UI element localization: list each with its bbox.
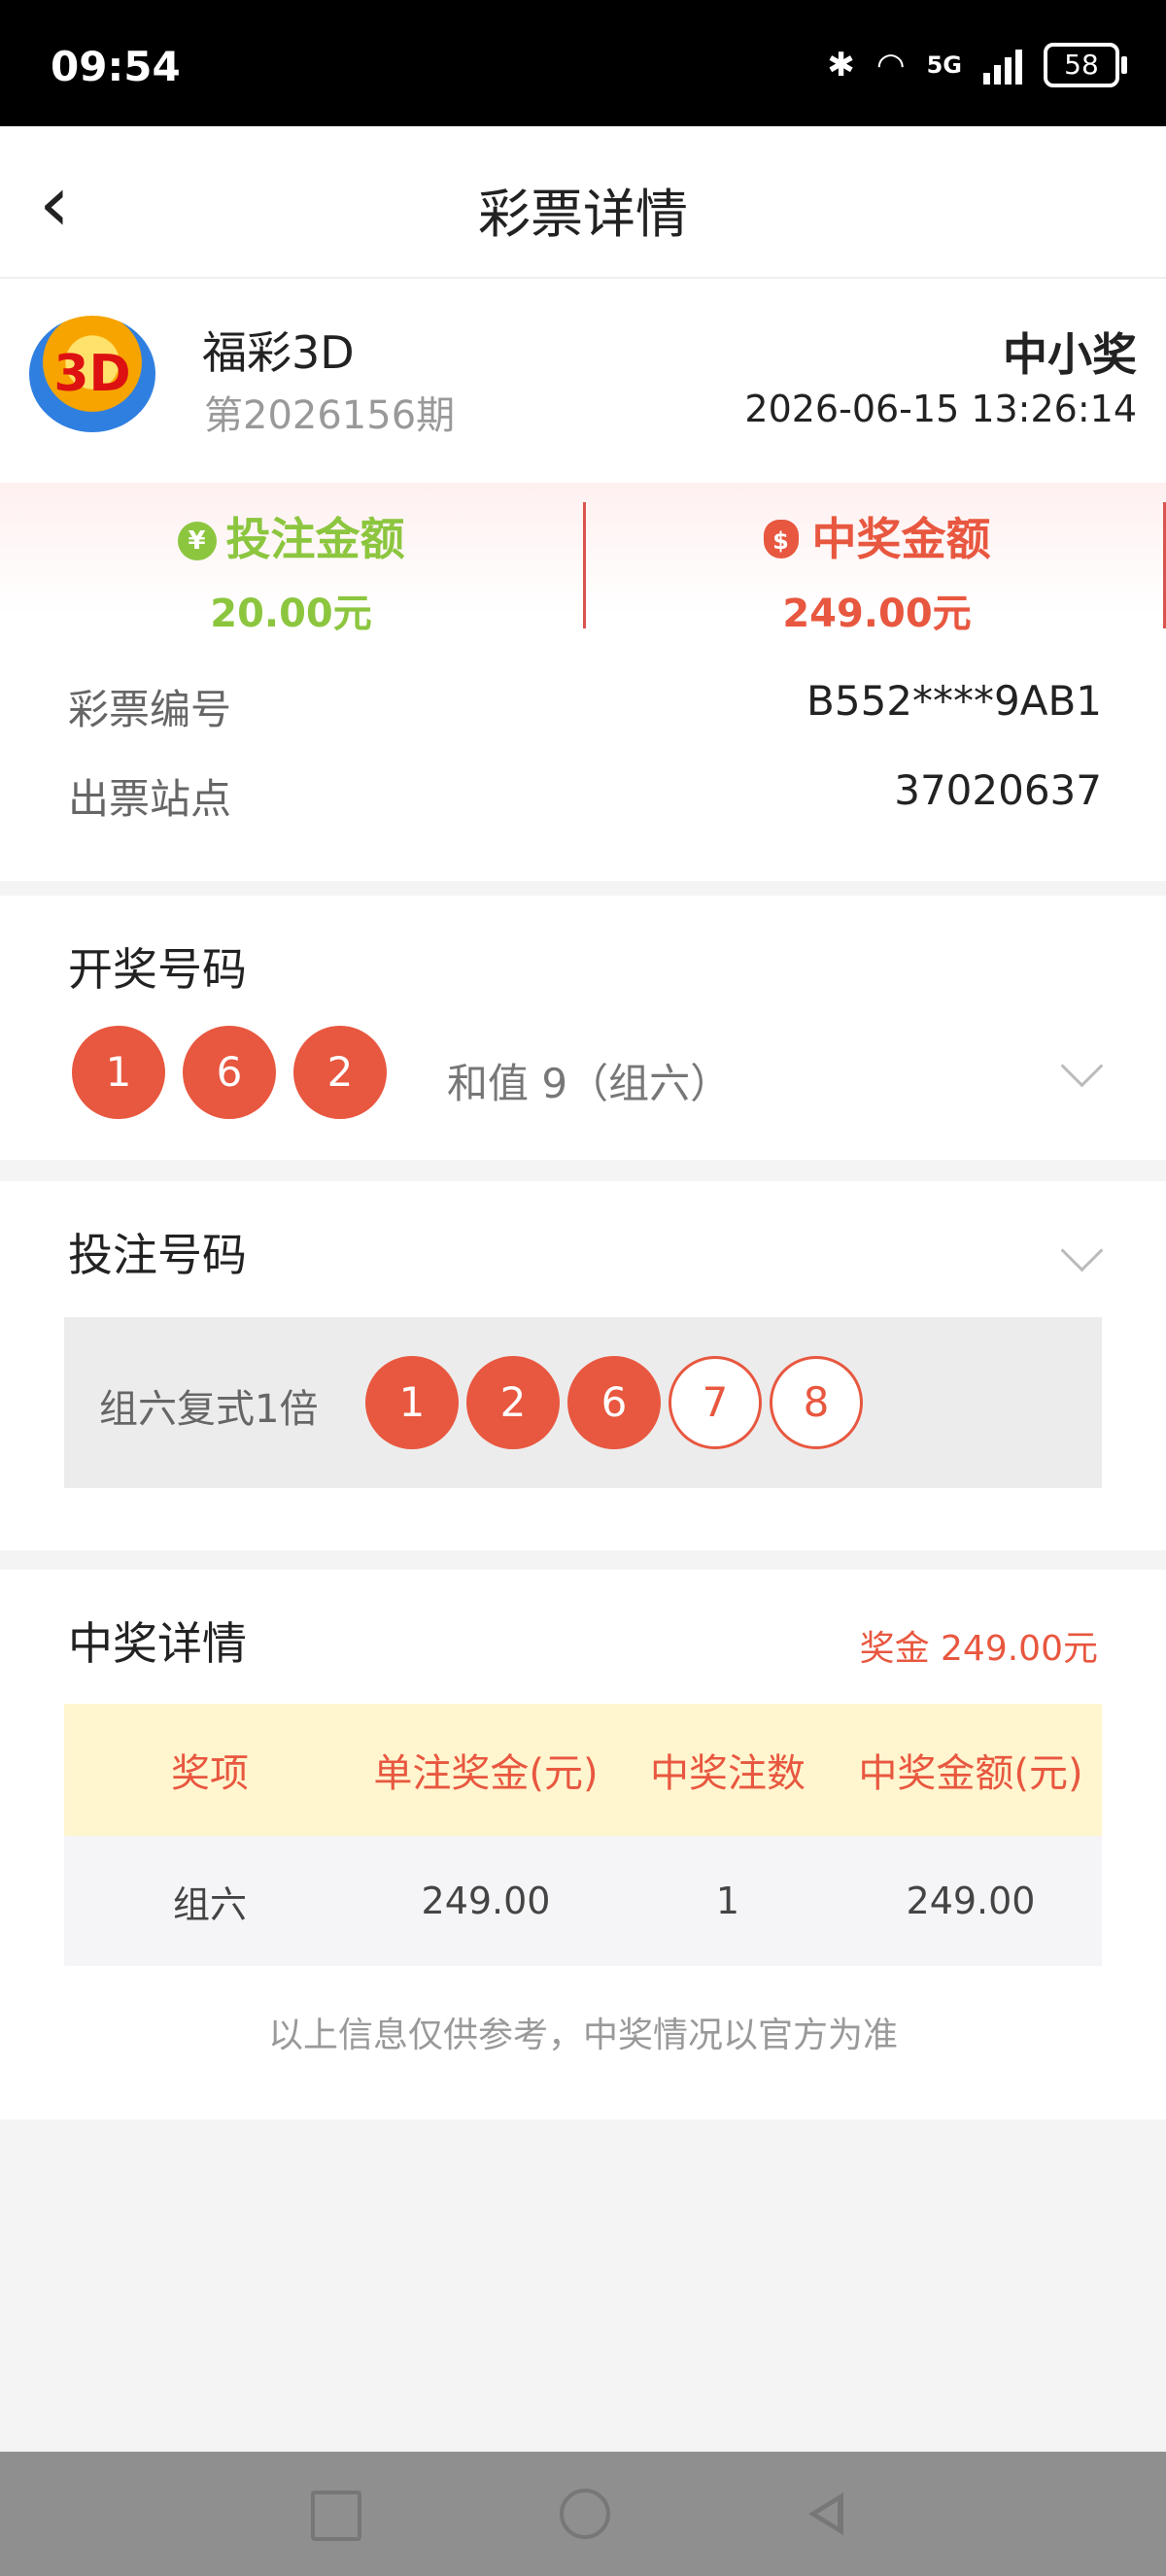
header: ‹ 彩票详情 [0, 126, 1166, 279]
draw-ball: 6 [183, 1026, 276, 1119]
station-row: 出票站点 37020637 [0, 766, 1166, 844]
status-bar: 09:54 ✱ ◠ 5G 58 [0, 0, 1166, 126]
chevron-down-icon[interactable] [1060, 1229, 1104, 1272]
bet-type: 组六复式1倍 [99, 1387, 319, 1432]
draw-numbers-card: 开奖号码 1 6 2 和值 9（组六） [0, 896, 1166, 1160]
bluetooth-icon: ✱ [827, 46, 855, 85]
network-label: 5G [926, 51, 962, 79]
prize-details-card: 中奖详情 奖金 249.00元 奖项 单注奖金(元) 中奖注数 中奖金额(元) … [0, 1570, 1166, 2119]
bet-ball-miss: 7 [669, 1356, 762, 1449]
sum-value: 和值 9（组六） [447, 1060, 732, 1107]
navigation-bar [0, 2452, 1166, 2576]
table-cell: 249.00 [421, 1880, 551, 1922]
home-icon[interactable] [560, 2489, 610, 2539]
win-amount-value: 249.00元 [782, 592, 972, 636]
draw-ball: 1 [72, 1026, 165, 1119]
win-amount-label: $ 中奖金额 [586, 504, 1166, 568]
bet-ball-miss: 8 [770, 1356, 863, 1449]
ticket-number-value: B552****9AB1 [806, 677, 1102, 725]
table-header: 奖项 单注奖金(元) 中奖注数 中奖金额(元) [64, 1704, 1102, 1836]
lottery-info-card: 3D 福彩3D 第2026156期 中小奖 2026-06-15 13:26:1… [0, 279, 1166, 881]
table-row: 组六 249.00 1 249.00 [64, 1836, 1102, 1966]
prize-table: 奖项 单注奖金(元) 中奖注数 中奖金额(元) 组六 249.00 1 249.… [64, 1704, 1102, 1966]
prize-status: 中小奖 [1003, 328, 1137, 381]
page-title: 彩票详情 [478, 184, 688, 245]
chevron-down-icon[interactable] [1060, 1044, 1104, 1088]
table-cell: 1 [715, 1880, 740, 1922]
prize-title: 中奖详情 [68, 1617, 247, 1670]
bet-detail-box: 组六复式1倍 1 2 6 7 8 [64, 1317, 1102, 1488]
column-header: 中奖注数 [650, 1751, 806, 1796]
column-header: 单注奖金(元) [373, 1751, 599, 1796]
bet-title: 投注号码 [68, 1229, 247, 1281]
ticket-number-label: 彩票编号 [68, 686, 232, 733]
table-cell: 249.00 [906, 1880, 1036, 1922]
draw-title: 开奖号码 [68, 943, 247, 996]
amount-summary: ¥ 投注金额 20.00元 $ 中奖金额 249.00元 [0, 483, 1166, 648]
fucai-3d-logo: 3D [29, 316, 155, 432]
recent-apps-icon[interactable] [311, 2491, 361, 2541]
bet-amount-box: ¥ 投注金额 20.00元 [0, 502, 582, 636]
win-amount-box: $ 中奖金额 249.00元 [583, 502, 1166, 636]
station-value: 37020637 [894, 766, 1102, 814]
yuan-coin-icon: ¥ [177, 522, 217, 560]
draw-ball: 2 [293, 1026, 387, 1119]
disclaimer: 以上信息仅供参考，中奖情况以官方为准 [267, 2016, 898, 2055]
bet-amount-label: ¥ 投注金额 [0, 504, 582, 568]
issue-number: 第2026156期 [204, 393, 456, 438]
signal-icon [983, 46, 1022, 85]
bet-ball-hit: 2 [466, 1356, 560, 1449]
bet-numbers-card: 投注号码 组六复式1倍 1 2 6 7 8 [0, 1181, 1166, 1550]
bet-ball-hit: 1 [365, 1356, 459, 1449]
ticket-number-row: 彩票编号 B552****9AB1 [0, 677, 1166, 755]
bet-ball-hit: 6 [567, 1356, 661, 1449]
game-name: 福彩3D [202, 326, 355, 379]
column-header: 奖项 [171, 1751, 249, 1796]
column-header: 中奖金额(元) [858, 1751, 1083, 1796]
station-label: 出票站点 [68, 775, 232, 823]
table-cell: 组六 [172, 1882, 247, 1926]
battery-icon: 58 [1044, 43, 1127, 87]
back-icon[interactable] [808, 2492, 843, 2535]
draw-time: 2026-06-15 13:26:14 [744, 388, 1137, 430]
bet-amount-value: 20.00元 [210, 592, 372, 636]
prize-total: 奖金 249.00元 [859, 1629, 1098, 1669]
wifi-icon: ◠ [875, 46, 906, 85]
money-bag-icon: $ [763, 520, 799, 559]
status-icons: ✱ ◠ 5G 58 [827, 43, 1127, 87]
status-time: 09:54 [51, 43, 181, 90]
